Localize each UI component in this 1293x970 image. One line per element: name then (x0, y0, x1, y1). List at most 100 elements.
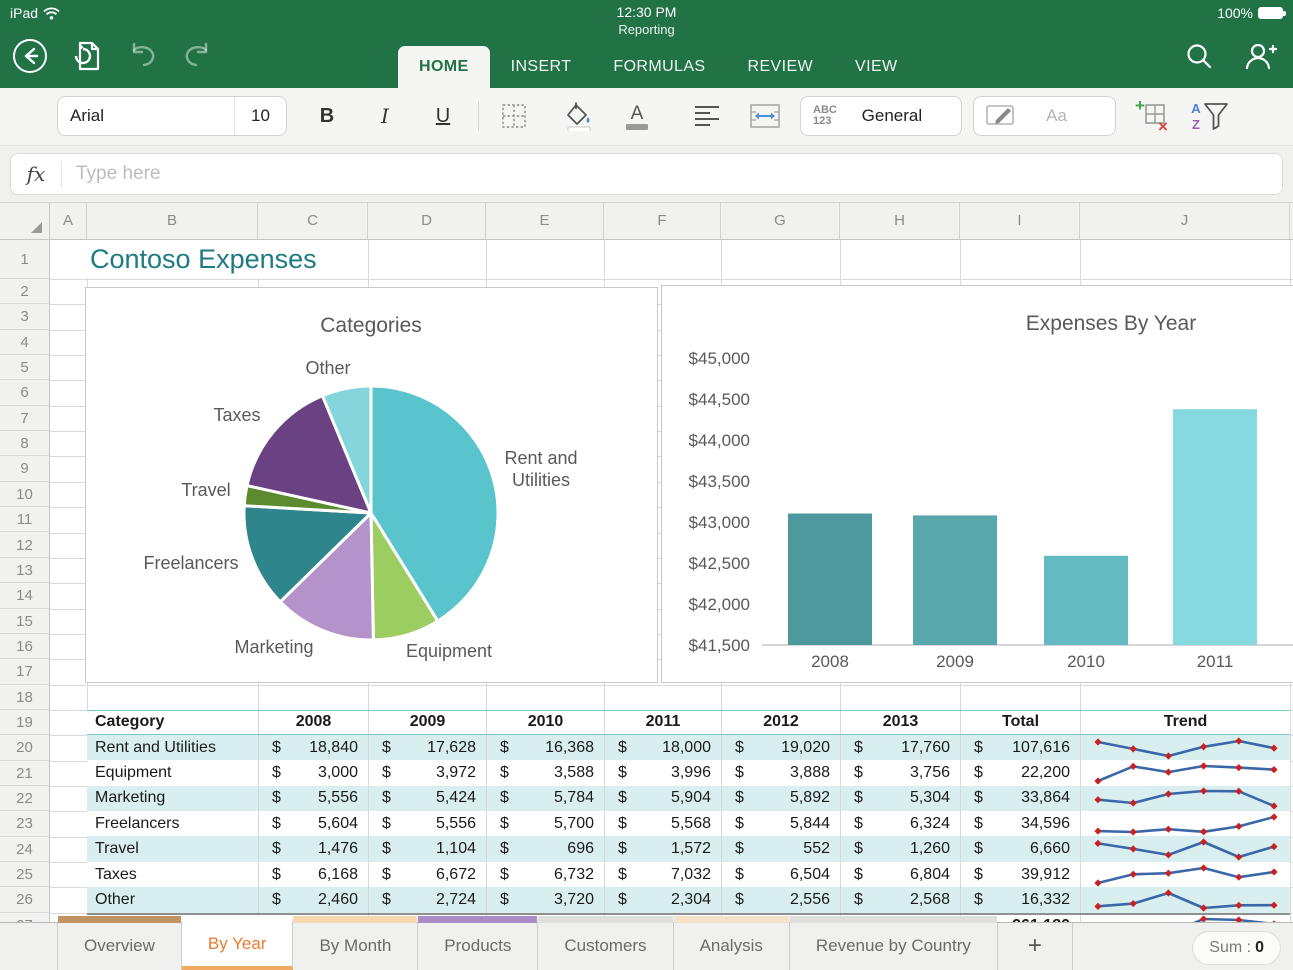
align-button[interactable] (687, 96, 727, 136)
sheet-tab-products[interactable]: Products (418, 916, 539, 970)
table-header-2008[interactable]: 2008 (258, 710, 368, 734)
pie-chart-panel[interactable]: Categories Rent and Utilities Equipment Mark… (85, 287, 658, 683)
cell-value[interactable]: $16,332 (960, 887, 1080, 913)
table-header-2009[interactable]: 2009 (368, 710, 486, 734)
cell-value[interactable]: $16,368 (486, 734, 604, 761)
column-header-H[interactable]: H (840, 203, 960, 239)
font-size-value[interactable]: 10 (234, 97, 286, 135)
table-header-category[interactable]: Category (87, 711, 258, 734)
borders-button[interactable] (494, 96, 534, 136)
cell-value[interactable]: $696 (486, 836, 604, 862)
undo-icon[interactable] (126, 42, 158, 70)
row-header-20[interactable]: 20 (0, 735, 49, 761)
cell-value[interactable]: $5,844 (721, 811, 840, 837)
table-header-trend[interactable]: Trend (1080, 710, 1290, 734)
cell-value[interactable]: $107,616 (960, 734, 1080, 761)
cell-value[interactable]: $17,760 (840, 734, 960, 761)
column-header-B[interactable]: B (87, 203, 258, 239)
row-header-10[interactable]: 10 (0, 482, 49, 508)
row-header-12[interactable]: 12 (0, 533, 49, 558)
table-header-2013[interactable]: 2013 (840, 710, 960, 734)
add-person-icon[interactable] (1243, 42, 1277, 70)
merge-cells-button[interactable] (745, 96, 785, 136)
back-button[interactable] (12, 38, 48, 74)
row-header-16[interactable]: 16 (0, 634, 49, 660)
cell-value[interactable]: $5,556 (368, 811, 486, 837)
cell-value[interactable]: $6,672 (368, 861, 486, 888)
row-header-17[interactable]: 17 (0, 659, 49, 685)
sum-indicator[interactable]: Sum :0 (1192, 931, 1281, 965)
cell-value[interactable]: $3,720 (486, 887, 604, 913)
row-header-6[interactable]: 6 (0, 380, 49, 406)
italic-button[interactable]: I (365, 96, 405, 136)
cell-value[interactable]: $33,864 (960, 785, 1080, 812)
row-header-14[interactable]: 14 (0, 583, 49, 609)
cell-category[interactable]: Marketing (87, 786, 258, 811)
cell-value[interactable]: $3,588 (486, 760, 604, 786)
ribbon-tab-home[interactable]: HOME (398, 46, 490, 88)
cell-value[interactable]: $3,972 (368, 760, 486, 786)
cell-value[interactable]: $5,784 (486, 785, 604, 812)
cell-trend-sparkline[interactable] (1080, 811, 1290, 837)
row-header-5[interactable]: 5 (0, 355, 49, 381)
cell-value[interactable]: $3,000 (258, 760, 368, 786)
cell-value[interactable]: $6,732 (486, 861, 604, 888)
row-header-9[interactable]: 9 (0, 456, 49, 482)
column-header-D[interactable]: D (368, 203, 486, 239)
cell-value[interactable]: $7,032 (604, 861, 721, 888)
row-header-15[interactable]: 15 (0, 609, 49, 634)
cell-category[interactable]: Rent and Utilities (87, 735, 258, 760)
cell-value[interactable]: $6,804 (840, 861, 960, 888)
bar-2009[interactable] (913, 515, 997, 645)
cell-trend-sparkline[interactable] (1080, 734, 1290, 761)
table-header-2010[interactable]: 2010 (486, 710, 604, 734)
cell-trend-sparkline[interactable] (1080, 760, 1290, 786)
cell-value[interactable]: $34,596 (960, 811, 1080, 837)
cell-value[interactable]: $1,260 (840, 836, 960, 862)
cell-value[interactable]: $2,568 (840, 887, 960, 913)
cell-trend-sparkline[interactable] (1080, 914, 1290, 922)
cell-trend-sparkline[interactable] (1080, 785, 1290, 812)
sheet-title-cell[interactable]: Contoso Expenses (90, 244, 317, 275)
search-icon[interactable] (1185, 42, 1213, 70)
bar-2011[interactable] (1173, 409, 1257, 645)
formula-input[interactable] (62, 163, 1282, 185)
cell-value[interactable]: $5,604 (258, 811, 368, 837)
cell-value[interactable]: $3,888 (721, 760, 840, 786)
cell-category[interactable]: Equipment (87, 760, 258, 785)
formula-bar[interactable]: fx (10, 153, 1283, 195)
cell-value[interactable]: $5,904 (604, 785, 721, 812)
cell-styles-picker[interactable]: Aa (973, 96, 1116, 136)
column-header-A[interactable]: A (50, 203, 87, 239)
ribbon-tab-view[interactable]: VIEW (834, 46, 919, 88)
column-header-G[interactable]: G (721, 203, 840, 239)
column-header-C[interactable]: C (258, 203, 368, 239)
sort-filter-button[interactable]: AZ (1186, 96, 1232, 136)
cell-category[interactable]: Other (87, 887, 258, 912)
row-header-2[interactable]: 2 (0, 279, 49, 305)
cell-value[interactable]: $1,104 (368, 836, 486, 862)
cell-value[interactable]: $22,200 (960, 760, 1080, 786)
number-format-picker[interactable]: ABC 123 General (800, 96, 962, 136)
row-header-18[interactable]: 18 (0, 685, 49, 710)
row-header-13[interactable]: 13 (0, 558, 49, 584)
sheet-tab-revenue-by-country[interactable]: Revenue by Country (789, 916, 998, 970)
cell-value[interactable]: $3,996 (604, 760, 721, 786)
cell-value[interactable]: $2,724 (368, 887, 486, 913)
font-color-button[interactable]: A (617, 96, 657, 136)
row-header-26[interactable]: 26 (0, 887, 49, 913)
row-header-4[interactable]: 4 (0, 330, 49, 356)
column-header-E[interactable]: E (486, 203, 604, 239)
cell-value[interactable]: $2,304 (604, 887, 721, 913)
row-header-27[interactable]: 27 (0, 913, 49, 922)
cell-trend-sparkline[interactable] (1080, 887, 1290, 913)
cell-category[interactable]: Taxes (87, 862, 258, 887)
cell-trend-sparkline[interactable] (1080, 836, 1290, 862)
add-sheet-button[interactable]: + (998, 923, 1073, 970)
row-header-7[interactable]: 7 (0, 406, 49, 432)
cell-value[interactable]: $5,892 (721, 785, 840, 812)
row-header-19[interactable]: 19 (0, 710, 49, 736)
redo-icon[interactable] (182, 42, 214, 70)
fill-color-button[interactable] (559, 96, 599, 136)
cell-value[interactable]: $1,572 (604, 836, 721, 862)
